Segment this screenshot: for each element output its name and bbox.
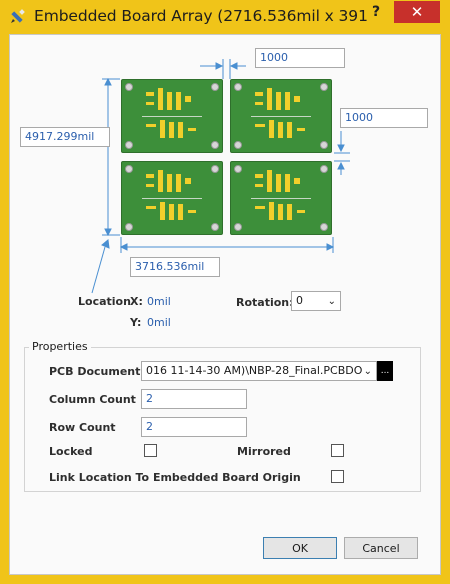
window-title: Embedded Board Array (2716.536mil x 3917… bbox=[34, 7, 369, 25]
close-button[interactable]: ✕ bbox=[394, 1, 440, 23]
rotation-select[interactable]: 0 ⌄ bbox=[291, 291, 341, 311]
pcb-document-label: PCB Document bbox=[49, 365, 141, 378]
location-x-label: X: bbox=[130, 295, 143, 308]
mirrored-label: Mirrored bbox=[237, 445, 291, 458]
browse-button[interactable]: ... bbox=[377, 361, 393, 381]
rotation-label: Rotation: bbox=[236, 296, 294, 309]
chevron-down-icon: ⌄ bbox=[361, 365, 372, 379]
location-x-value[interactable]: 0mil bbox=[147, 295, 171, 308]
location-y-label: Y: bbox=[130, 316, 142, 329]
dimension-lines bbox=[91, 59, 350, 294]
mirrored-checkbox[interactable] bbox=[331, 444, 344, 457]
column-count-input[interactable]: 2 bbox=[141, 389, 247, 409]
array-height-input[interactable]: 4917.299mil bbox=[20, 127, 110, 147]
column-count-label: Column Count bbox=[49, 393, 136, 406]
locked-label: Locked bbox=[49, 445, 93, 458]
title-bar[interactable]: Embedded Board Array (2716.536mil x 3917… bbox=[0, 0, 450, 34]
properties-group: Properties PCB Document 016 11-14-30 AM)… bbox=[24, 340, 421, 492]
row-spacing-input[interactable]: 1000 bbox=[340, 108, 428, 128]
dialog-client-area: 1000 1000 4917.299mil 3716.536mil Locati… bbox=[9, 34, 441, 575]
locked-checkbox[interactable] bbox=[144, 444, 157, 457]
ok-button[interactable]: OK bbox=[263, 537, 337, 559]
chevron-down-icon: ⌄ bbox=[327, 296, 336, 307]
pencil-icon bbox=[11, 9, 25, 23]
help-button[interactable]: ? bbox=[372, 4, 380, 20]
rotation-value: 0 bbox=[296, 294, 303, 307]
pcb-document-select[interactable]: 016 11-14-30 AM)\NBP-28_Final.PCBDOC ⌄ bbox=[141, 361, 377, 381]
column-spacing-input[interactable]: 1000 bbox=[255, 48, 345, 68]
properties-group-title: Properties bbox=[29, 340, 91, 353]
array-width-input[interactable]: 3716.536mil bbox=[130, 257, 220, 277]
cancel-button[interactable]: Cancel bbox=[344, 537, 418, 559]
row-count-label: Row Count bbox=[49, 421, 116, 434]
row-count-input[interactable]: 2 bbox=[141, 417, 247, 437]
location-y-value[interactable]: 0mil bbox=[147, 316, 171, 329]
link-location-label: Link Location To Embedded Board Origin bbox=[49, 471, 301, 484]
link-location-checkbox[interactable] bbox=[331, 470, 344, 483]
location-label: Location bbox=[78, 295, 131, 308]
pcb-document-value: 016 11-14-30 AM)\NBP-28_Final.PCBDOC bbox=[146, 364, 371, 377]
dialog-window: Embedded Board Array (2716.536mil x 3917… bbox=[0, 0, 450, 584]
